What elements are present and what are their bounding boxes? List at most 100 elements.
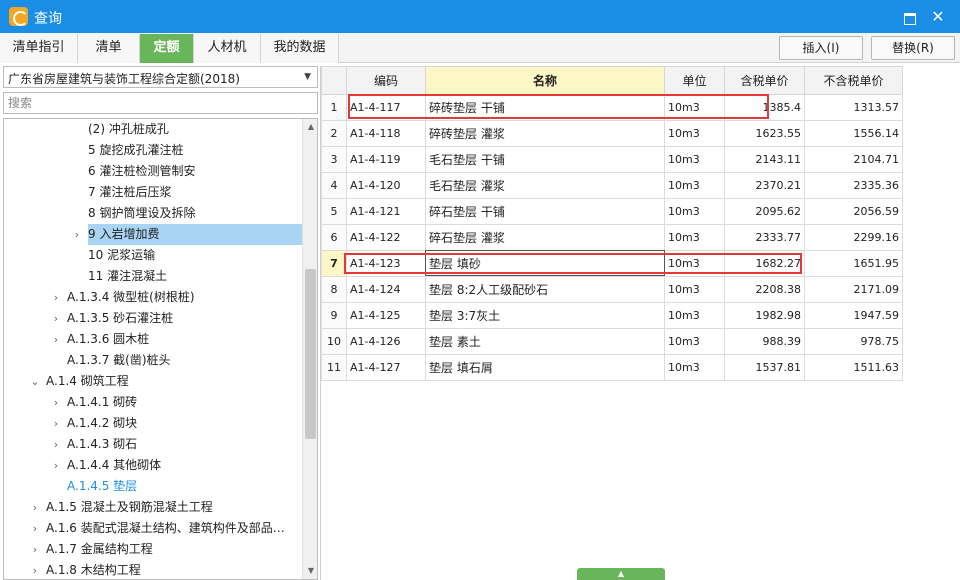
table-row[interactable]: 11 A1-4-127 垫层 填石屑 10m3 1537.81 1511.63 [321,354,903,381]
price-tax-cell[interactable]: 2143.11 [724,146,805,173]
panel-collapse-handle[interactable]: ▲ [577,568,665,580]
chevron-down-icon[interactable]: ▼ [304,72,311,82]
price-tax-cell[interactable]: 2370.21 [724,172,805,199]
tree-node[interactable]: 11 灌注混凝土 [88,266,304,287]
unit-cell[interactable]: 10m3 [664,198,725,225]
row-number-cell[interactable]: 4 [321,172,347,199]
row-number-cell[interactable]: 5 [321,198,347,225]
price-notax-cell[interactable]: 1947.59 [804,302,903,329]
table-row[interactable]: 5 A1-4-121 碎石垫层 干铺 10m3 2095.62 2056.59 [321,198,903,225]
price-tax-cell[interactable]: 1623.55 [724,120,805,147]
table-row[interactable]: 6 A1-4-122 碎石垫层 灌浆 10m3 2333.77 2299.16 [321,224,903,251]
name-cell[interactable]: 毛石垫层 干铺 [425,146,665,173]
tree-node[interactable]: 5 旋挖成孔灌注桩 [88,140,304,161]
column-header-code[interactable]: 编码 [346,66,426,95]
unit-cell[interactable]: 10m3 [664,94,725,121]
table-row[interactable]: 7 A1-4-123 垫层 填砂 10m3 1682.27 1651.95 [321,250,903,277]
price-tax-cell[interactable]: 1682.27 [724,250,805,277]
row-number-cell[interactable]: 3 [321,146,347,173]
chevron-right-icon[interactable]: › [29,518,41,539]
tree-node[interactable]: › A.1.3.5 砂石灌注桩 [54,308,304,329]
column-header-price-tax[interactable]: 含税单价 [724,66,805,95]
table-row[interactable]: 10 A1-4-126 垫层 素土 10m3 988.39 978.75 [321,328,903,355]
unit-cell[interactable]: 10m3 [664,250,725,277]
code-cell[interactable]: A1-4-127 [346,354,426,381]
price-notax-cell[interactable]: 1651.95 [804,250,903,277]
unit-cell[interactable]: 10m3 [664,224,725,251]
column-header-name[interactable]: 名称 [425,66,665,95]
price-notax-cell[interactable]: 2335.36 [804,172,903,199]
chevron-right-icon[interactable]: › [50,287,62,308]
library-select[interactable]: 广东省房屋建筑与装饰工程综合定额(2018) ▼ [3,66,318,88]
tree-node[interactable]: 7 灌注桩后压浆 [88,182,304,203]
maximize-icon[interactable] [899,7,919,27]
code-cell[interactable]: A1-4-117 [346,94,426,121]
price-tax-cell[interactable]: 2095.62 [724,198,805,225]
close-icon[interactable]: ✕ [928,7,948,27]
search-input[interactable] [3,92,318,114]
chevron-right-icon[interactable]: › [29,497,41,518]
code-cell[interactable]: A1-4-125 [346,302,426,329]
code-cell[interactable]: A1-4-120 [346,172,426,199]
name-cell[interactable]: 垫层 填石屑 [425,354,665,381]
price-notax-cell[interactable]: 1313.57 [804,94,903,121]
price-tax-cell[interactable]: 1537.81 [724,354,805,381]
price-tax-cell[interactable]: 1982.98 [724,302,805,329]
tab-list[interactable]: 清单 [78,34,140,63]
column-header-unit[interactable]: 单位 [664,66,725,95]
unit-cell[interactable]: 10m3 [664,120,725,147]
chevron-right-icon[interactable]: › [50,413,62,434]
tree-node[interactable]: › A.1.3.4 微型桩(树根桩) [54,287,304,308]
price-notax-cell[interactable]: 2299.16 [804,224,903,251]
tree-node[interactable]: 8 钢护筒埋设及拆除 [88,203,304,224]
tab-my-data[interactable]: 我的数据 [261,34,339,63]
tree-node[interactable]: › A.1.8 木结构工程 [33,560,304,579]
table-row[interactable]: 9 A1-4-125 垫层 3:7灰土 10m3 1982.98 1947.59 [321,302,903,329]
price-tax-cell[interactable]: 1385.4 [724,94,805,121]
price-notax-cell[interactable]: 2171.09 [804,276,903,303]
table-row[interactable]: 2 A1-4-118 碎砖垫层 灌浆 10m3 1623.55 1556.14 [321,120,903,147]
name-cell[interactable]: 垫层 3:7灰土 [425,302,665,329]
name-cell[interactable]: 碎砖垫层 干铺 [425,94,665,121]
replace-button[interactable]: 替换(R) [871,36,955,60]
price-notax-cell[interactable]: 1511.63 [804,354,903,381]
column-header-price-notax[interactable]: 不含税单价 [804,66,903,95]
price-notax-cell[interactable]: 1556.14 [804,120,903,147]
code-cell[interactable]: A1-4-119 [346,146,426,173]
scroll-down-icon[interactable]: ▼ [303,563,317,579]
unit-cell[interactable]: 10m3 [664,302,725,329]
tree-node[interactable]: › A.1.3.6 圆木桩 [54,329,304,350]
tree-node[interactable]: › A.1.4.1 砌砖 [54,392,304,413]
chevron-right-icon[interactable]: › [29,539,41,560]
tree-node[interactable]: › A.1.5 混凝土及钢筋混凝土工程 [33,497,304,518]
tree-node[interactable]: › 9 入岩增加费 [75,224,304,245]
unit-cell[interactable]: 10m3 [664,172,725,199]
row-number-cell[interactable]: 1 [321,94,347,121]
tab-list-guide[interactable]: 清单指引 [0,34,78,63]
tree-node[interactable]: › A.1.7 金属结构工程 [33,539,304,560]
tree-node[interactable]: (2) 冲孔桩成孔 [88,119,304,140]
insert-button[interactable]: 插入(I) [779,36,863,60]
code-cell[interactable]: A1-4-126 [346,328,426,355]
tree-scrollbar[interactable]: ▲ ▼ [302,119,317,579]
row-number-cell[interactable]: 8 [321,276,347,303]
price-tax-cell[interactable]: 988.39 [724,328,805,355]
code-cell[interactable]: A1-4-123 [346,250,426,277]
scrollbar-thumb[interactable] [305,269,316,439]
unit-cell[interactable]: 10m3 [664,276,725,303]
tree-node[interactable]: › A.1.6 装配式混凝土结构、建筑构件及部品… [33,518,304,539]
row-number-cell[interactable]: 2 [321,120,347,147]
table-row[interactable]: 8 A1-4-124 垫层 8:2人工级配砂石 10m3 2208.38 2171.09 [321,276,903,303]
name-cell[interactable]: 毛石垫层 灌浆 [425,172,665,199]
row-number-cell[interactable]: 11 [321,354,347,381]
unit-cell[interactable]: 10m3 [664,328,725,355]
chevron-down-icon[interactable]: ⌄ [29,371,41,392]
chevron-right-icon[interactable]: › [50,455,62,476]
tree-node[interactable]: A.1.3.7 截(凿)桩头 [67,350,304,371]
chevron-right-icon[interactable]: › [50,434,62,455]
unit-cell[interactable]: 10m3 [664,146,725,173]
name-cell[interactable]: 碎石垫层 干铺 [425,198,665,225]
price-tax-cell[interactable]: 2333.77 [724,224,805,251]
chevron-right-icon[interactable]: › [71,224,83,245]
row-number-cell[interactable]: 10 [321,328,347,355]
